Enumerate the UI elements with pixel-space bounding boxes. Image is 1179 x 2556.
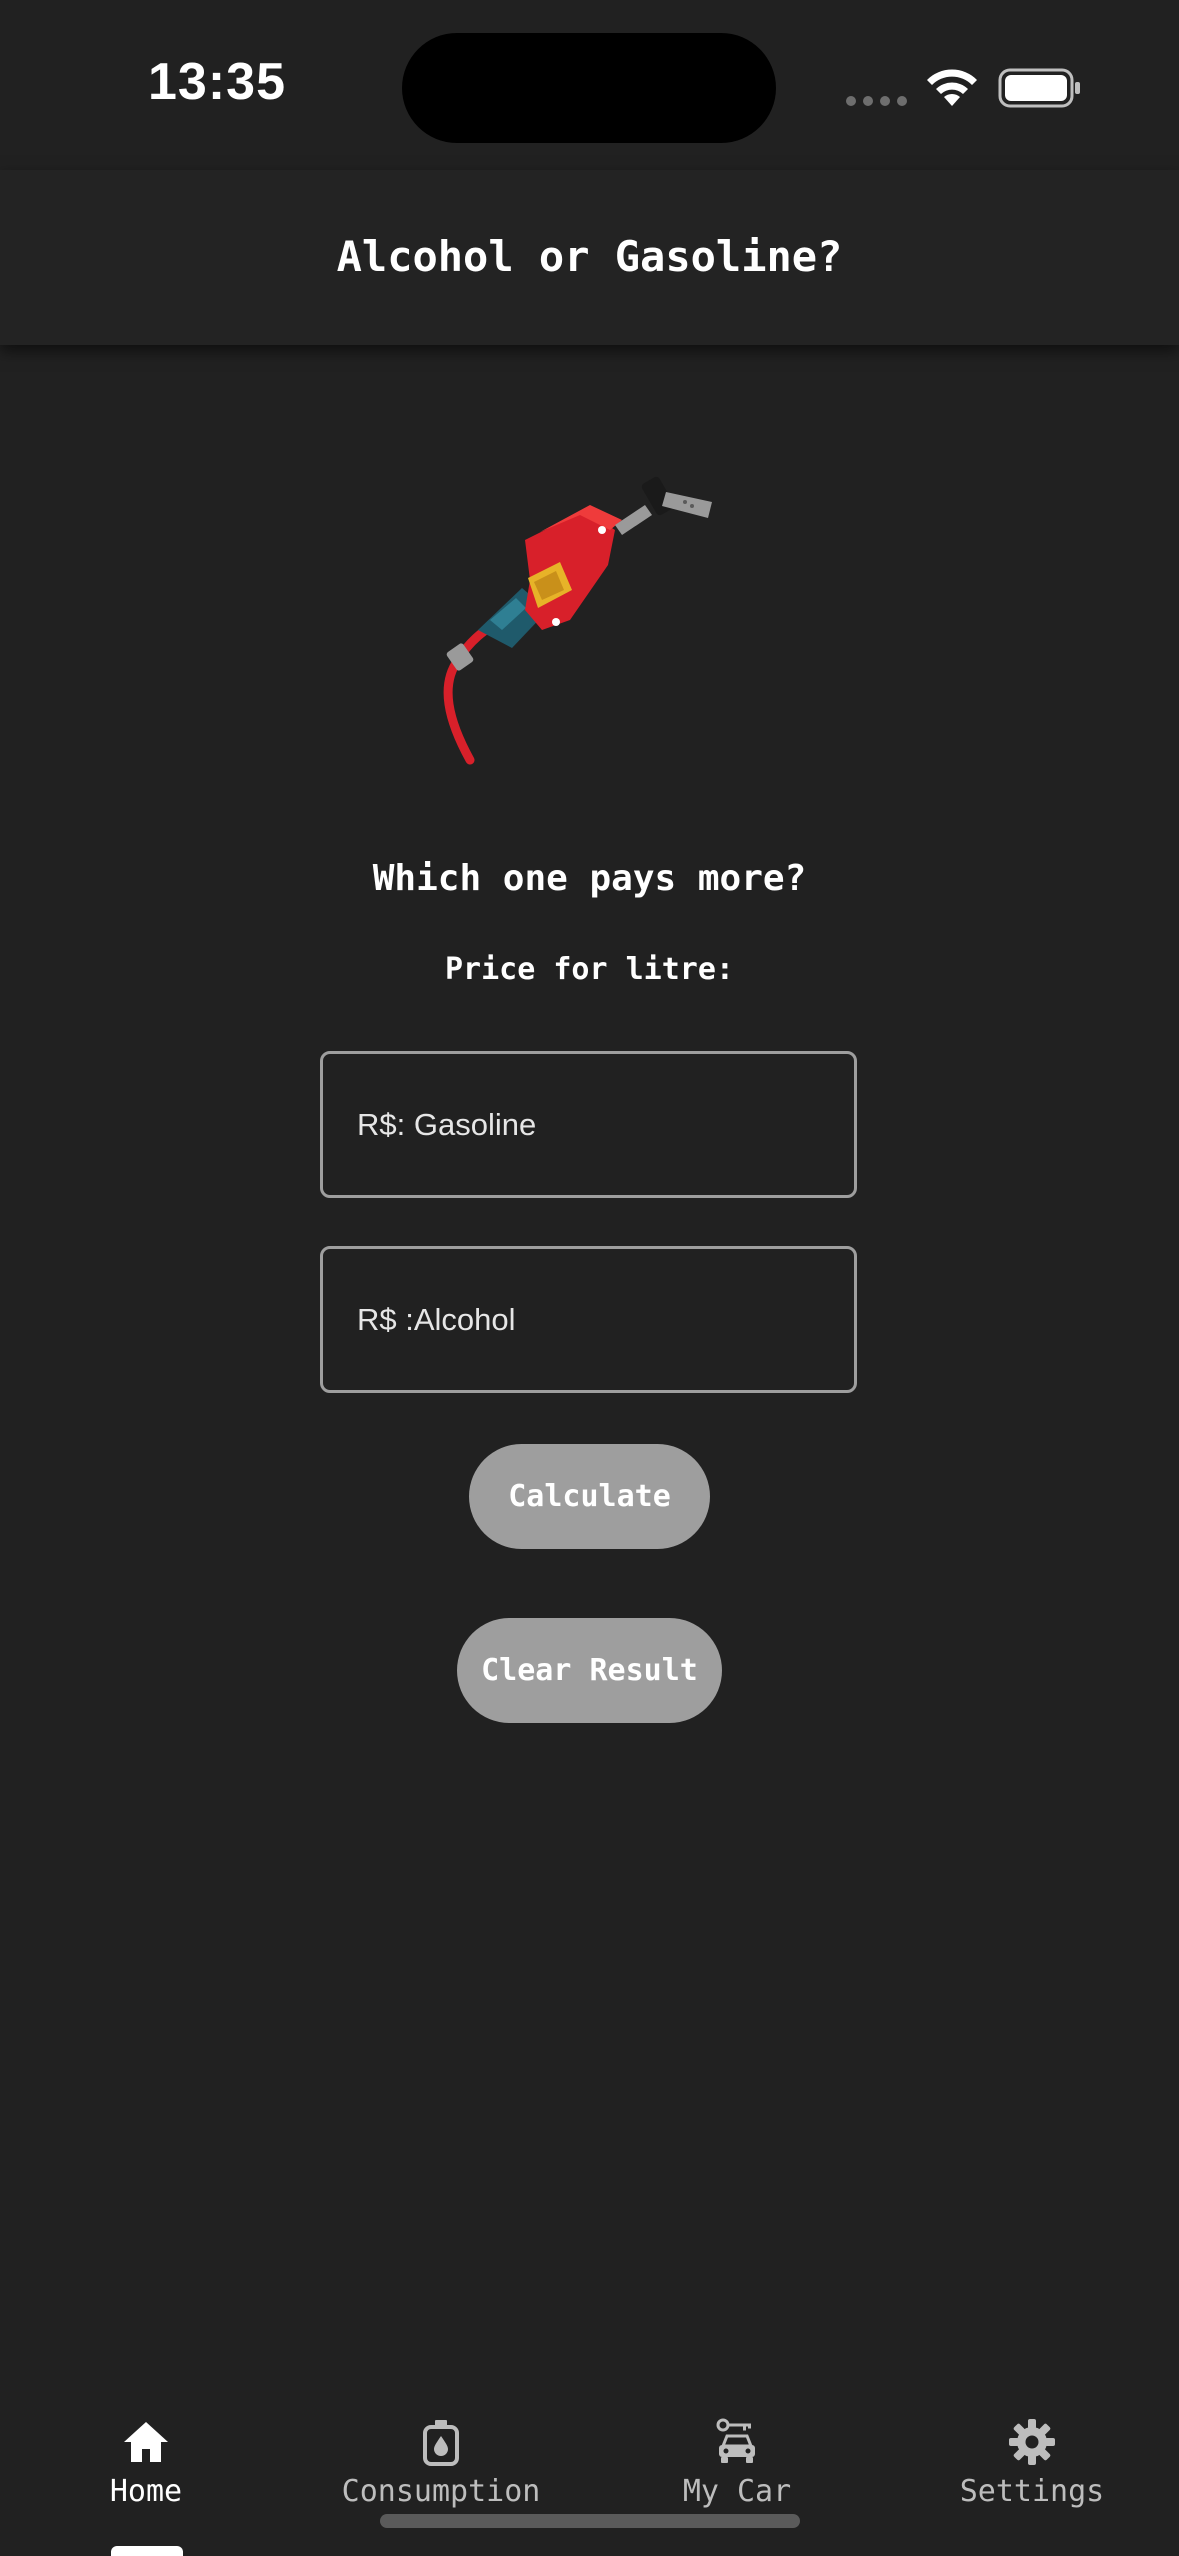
active-tab-indicator — [111, 2546, 183, 2556]
battery-icon — [998, 68, 1080, 108]
app-bar: Alcohol or Gasoline? — [0, 170, 1179, 345]
clear-result-button[interactable]: Clear Result — [457, 1618, 722, 1723]
home-indicator[interactable] — [380, 2514, 800, 2528]
fuel-pump-nozzle-icon — [443, 476, 712, 765]
dynamic-island — [402, 33, 776, 143]
cellular-signal-icon — [846, 96, 907, 106]
nav-item-consumption[interactable]: Consumption — [331, 2372, 551, 2522]
nav-label-settings: Settings — [959, 2474, 1105, 2509]
status-bar: 13:35 — [0, 0, 1179, 170]
nav-item-my-car[interactable]: My Car — [627, 2372, 847, 2522]
wifi-icon — [927, 69, 977, 106]
home-icon — [124, 2422, 168, 2462]
calculate-button[interactable]: Calculate — [469, 1444, 710, 1549]
price-label: Price for litre: — [445, 952, 734, 987]
nav-label-consumption: Consumption — [341, 2474, 541, 2509]
status-time: 13:35 — [148, 53, 286, 111]
bottom-navigation: Home Consumption My Car Settings — [0, 2372, 1179, 2556]
car-icon — [716, 2418, 755, 2463]
nav-label-home: Home — [109, 2474, 183, 2509]
nav-item-home[interactable]: Home — [36, 2372, 256, 2522]
alcohol-price-input[interactable] — [320, 1246, 857, 1393]
fuel-consumption-icon — [423, 2420, 459, 2466]
gasoline-price-input[interactable] — [320, 1051, 857, 1198]
question-heading: Which one pays more? — [372, 858, 807, 899]
page-title: Alcohol or Gasoline? — [336, 232, 843, 281]
gear-icon — [1009, 2419, 1055, 2465]
nav-label-my-car: My Car — [682, 2474, 792, 2509]
nav-item-settings[interactable]: Settings — [922, 2372, 1142, 2522]
